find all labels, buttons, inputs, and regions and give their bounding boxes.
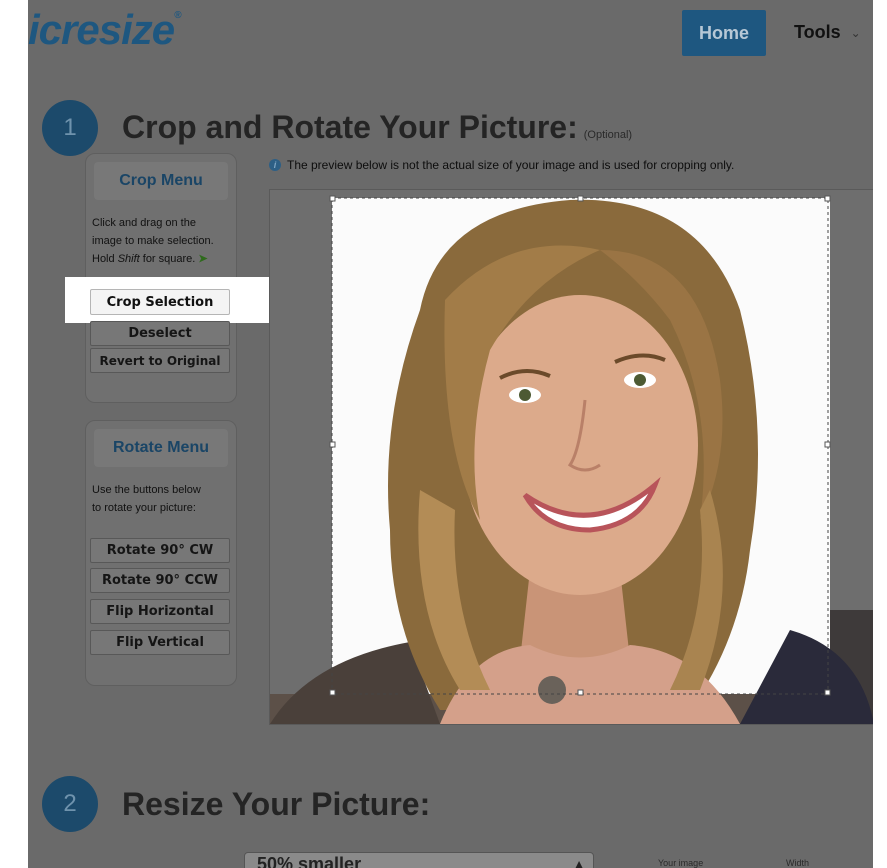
step-2-badge: 2 — [42, 776, 98, 832]
rotate-90-cw-button[interactable]: Rotate 90° CW — [90, 538, 230, 563]
crop-handle-icon — [329, 195, 336, 202]
tools-nav-menu[interactable]: Tools ⌄ — [794, 22, 861, 43]
info-icon: i — [269, 159, 281, 171]
step-1-badge: 1 — [42, 100, 98, 156]
updown-caret-icon: ▲ — [573, 857, 585, 868]
width-label: Width — [786, 858, 810, 868]
crop-preview-canvas[interactable] — [269, 189, 873, 725]
icresize-logo[interactable]: icresize® — [28, 6, 182, 54]
crop-instruction-square: for square. — [139, 253, 196, 265]
rotate-menu-title: Rotate Menu — [94, 429, 228, 467]
rotate-menu-instructions: Use the buttons below to rotate your pic… — [92, 481, 232, 517]
preview-info-text: The preview below is not the actual size… — [287, 158, 735, 172]
arrow-right-icon: ➤ — [198, 253, 208, 265]
resize-options-row: 50% smaller ▲ Your image Width — [118, 852, 873, 868]
crop-instruction-line-3: Hold Shift for square. ➤ — [92, 250, 232, 268]
crop-instruction-line-1: Click and drag on the — [92, 217, 196, 229]
your-image-label: Your image — [658, 858, 704, 868]
chevron-down-icon: ⌄ — [850, 25, 861, 40]
deselect-button[interactable]: Deselect — [90, 321, 230, 346]
logo-prefix: ic — [28, 6, 62, 53]
rotate-90-ccw-button[interactable]: Rotate 90° CCW — [90, 568, 230, 593]
preview-info: i The preview below is not the actual si… — [269, 158, 734, 172]
crop-menu-title: Crop Menu — [94, 162, 228, 200]
tools-label: Tools — [794, 22, 841, 42]
rotate-instruction-line-2: to rotate your picture: — [92, 502, 196, 514]
crop-instruction-line-2: image to make selection. — [92, 235, 214, 247]
step-1-title-text: Crop and Rotate Your Picture: — [122, 109, 578, 145]
rotate-instruction-line-1: Use the buttons below — [92, 484, 201, 496]
flip-vertical-button[interactable]: Flip Vertical — [90, 630, 230, 655]
step-1-title: Crop and Rotate Your Picture: (Optional) — [122, 109, 632, 146]
crop-instruction-hold: Hold — [92, 253, 118, 265]
logo-main: resize — [61, 6, 175, 53]
flip-horizontal-button[interactable]: Flip Horizontal — [90, 599, 230, 624]
resize-percentage-select[interactable]: 50% smaller ▲ — [244, 852, 594, 868]
optional-label: (Optional) — [583, 129, 633, 141]
portrait-photo — [270, 195, 873, 724]
page-overlay: icresize® Home Tools ⌄ 1 Crop and Rotate… — [28, 0, 873, 868]
crop-instruction-shift: Shift — [117, 253, 140, 265]
home-nav-button[interactable]: Home — [682, 10, 766, 56]
resize-select-value: 50% smaller — [257, 854, 362, 868]
crop-selection-button[interactable]: Crop Selection — [90, 289, 230, 315]
revert-to-original-button[interactable]: Revert to Original — [90, 348, 230, 373]
crop-menu-instructions: Click and drag on the image to make sele… — [92, 214, 232, 268]
step-2-title: Resize Your Picture: — [122, 786, 431, 822]
logo-registered-mark: ® — [174, 10, 181, 21]
